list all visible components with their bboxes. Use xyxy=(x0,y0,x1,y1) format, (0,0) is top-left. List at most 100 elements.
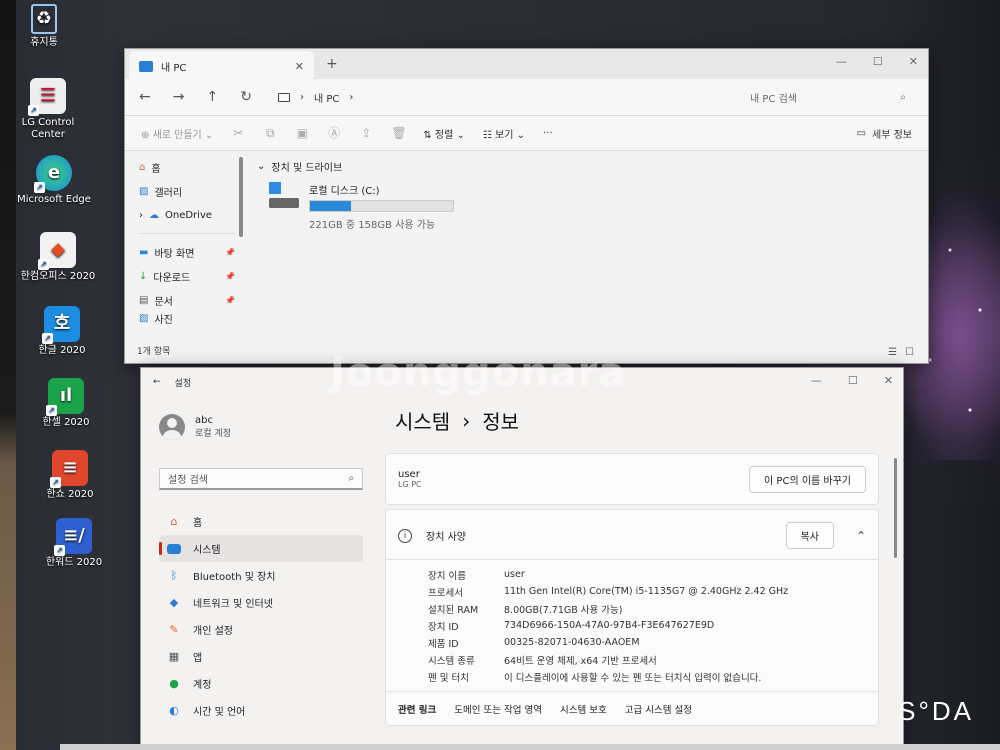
search-input[interactable]: 내 PC 검색 ⌕ xyxy=(714,84,914,110)
spec-value: 64비트 운영 체제, x64 기반 프로세서 xyxy=(504,655,657,667)
device-specs-header[interactable]: i 장치 사양 복사 ⌃ xyxy=(386,512,878,560)
copy-icon[interactable]: ⧉ xyxy=(263,126,277,140)
details-pane-button[interactable]: ▭ 세부 정보 xyxy=(857,126,912,141)
desktop-icon-hancom-office[interactable]: ◆ ↗ 한컴오피스 2020 xyxy=(20,232,96,283)
nav-item-network[interactable]: ◆ 네트워크 및 인터넷 xyxy=(159,589,363,616)
back-icon[interactable]: ← xyxy=(153,377,161,387)
new-tab-button[interactable]: + xyxy=(326,56,338,72)
home-icon: ⌂ xyxy=(170,514,178,528)
delete-icon[interactable]: 🗑 xyxy=(391,126,406,140)
accounts-icon: ● xyxy=(169,676,179,690)
file-explorer-window: 내 PC ✕ + — ☐ ✕ ← → ↑ ↻ › 내 PC › 내 PC 검색 … xyxy=(124,48,929,364)
edge-icon: e ↗ xyxy=(34,155,72,193)
close-tab-icon[interactable]: ✕ xyxy=(295,60,304,73)
new-button[interactable]: ⊕ 새로 만들기 ⌄ xyxy=(141,126,213,141)
copy-button[interactable]: 복사 xyxy=(785,522,834,549)
nav-item-accounts[interactable]: ● 계정 xyxy=(159,670,363,697)
link-system-protection[interactable]: 시스템 보호 xyxy=(560,702,607,716)
tiles-view-icon[interactable]: ☐ xyxy=(905,347,914,358)
forward-icon[interactable]: → xyxy=(173,89,185,105)
sidebar-scrollbar[interactable] xyxy=(239,157,243,237)
spec-key: 설치된 RAM xyxy=(428,604,479,616)
search-placeholder: 설정 검색 xyxy=(168,475,208,486)
explorer-toolbar: ⊕ 새로 만들기 ⌄ ✂ ⧉ ▣ Ⓐ ⇪ 🗑 ⇅ 정렬 ⌄ ☷ 보기 ⌄ ···… xyxy=(125,115,928,151)
desktop-icon-hancell[interactable]: ıl ↗ 한셀 2020 xyxy=(28,378,104,429)
device-specs-card: i 장치 사양 복사 ⌃ 장치 이름 user 프로세서 11th Gen Inte… xyxy=(385,509,879,726)
nav-item-apps[interactable]: ▦ 앱 xyxy=(159,643,363,670)
sidebar-item-gallery[interactable]: ▨ 갤러리 xyxy=(139,179,235,203)
cut-icon[interactable]: ✂ xyxy=(231,126,245,140)
download-icon: ↓ xyxy=(139,270,148,282)
details-view-icon[interactable]: ☰ xyxy=(888,347,897,358)
search-placeholder: 내 PC 검색 xyxy=(750,93,797,105)
group-header[interactable]: ⌄ 장치 및 드라이브 xyxy=(257,159,914,174)
close-button[interactable]: ✕ xyxy=(909,55,918,68)
desktop-icon-label: 한컴오피스 2020 xyxy=(20,271,96,282)
rename-pc-button[interactable]: 이 PC의 이름 바꾸기 xyxy=(749,465,866,493)
hanshow-icon: ≡ ↗ xyxy=(50,450,88,488)
apps-icon: ▦ xyxy=(168,649,180,663)
settings-scrollbar[interactable] xyxy=(894,458,897,558)
maximize-button[interactable]: ☐ xyxy=(848,374,858,387)
desktop-icon-hanshow[interactable]: ≡ ↗ 한쇼 2020 xyxy=(32,450,108,501)
back-icon[interactable]: ← xyxy=(139,89,151,105)
sidebar-item-pictures[interactable]: ▨ 사진 xyxy=(139,312,235,325)
nav-item-system[interactable]: 시스템 xyxy=(159,535,363,562)
desktop-icon-hanword[interactable]: ≡/↗ 한워드 2020 xyxy=(36,518,112,569)
hanword-icon: ≡/↗ xyxy=(54,518,92,556)
desktop-icon-label: 휴지통 xyxy=(30,37,58,48)
desktop-icon-edge[interactable]: e ↗ Microsoft Edge xyxy=(16,155,92,206)
share-icon[interactable]: ⇪ xyxy=(359,126,373,140)
desktop-icon-label: 한워드 2020 xyxy=(45,557,103,568)
nav-item-home[interactable]: ⌂ 홈 xyxy=(159,508,363,535)
sidebar-item-home[interactable]: ⌂ 홈 xyxy=(139,155,235,179)
desktop-icon-recycle-bin[interactable]: ♻ 휴지통 xyxy=(6,4,82,49)
view-button[interactable]: ☷ 보기 ⌄ xyxy=(483,126,525,141)
link-domain-workgroup[interactable]: 도메인 또는 작업 영역 xyxy=(454,702,542,716)
drive-item-c[interactable]: 로컬 디스크 (C:) 221GB 중 158GB 사용 가능 xyxy=(269,182,914,231)
sidebar-item-documents[interactable]: ▤ 문서 📌 xyxy=(139,288,235,312)
explorer-tab[interactable]: 내 PC ✕ xyxy=(129,51,314,81)
close-button[interactable]: ✕ xyxy=(884,374,893,387)
desktop-icon-lg-control-center[interactable]: ☰ ↗ LG Control Center xyxy=(10,78,86,141)
nav-item-personalization[interactable]: ✎ 개인 설정 xyxy=(159,616,363,643)
sidebar-item-desktop[interactable]: ▬ 바탕 화면 📌 xyxy=(139,240,235,264)
sidebar-item-label: 문서 xyxy=(154,296,173,308)
spec-value: 11th Gen Intel(R) Core(TM) i5-1135G7 @ 2… xyxy=(504,586,789,597)
profile[interactable]: abc 로컬 계정 xyxy=(159,402,363,452)
sidebar-item-onedrive[interactable]: › ☁ OneDrive xyxy=(139,203,235,227)
nav-item-time-language[interactable]: ◐ 시간 및 언어 xyxy=(159,697,363,724)
pin-icon: 📌 xyxy=(225,271,235,281)
more-options-button[interactable]: ··· xyxy=(543,128,553,139)
settings-search-input[interactable]: 설정 검색 ⌕ xyxy=(159,468,363,490)
breadcrumb-parent[interactable]: 시스템 xyxy=(395,406,450,435)
expand-icon[interactable]: › xyxy=(139,210,143,221)
home-icon: ⌂ xyxy=(139,161,146,173)
spec-value: 8.00GB(7.71GB 사용 가능) xyxy=(504,604,623,616)
paste-icon[interactable]: ▣ xyxy=(295,126,309,140)
nav-label: 네트워크 및 인터넷 xyxy=(193,599,273,610)
tab-title: 내 PC xyxy=(161,62,187,74)
desktop-icon-hangul[interactable]: 호 ↗ 한글 2020 xyxy=(24,306,100,357)
spec-row: 장치 이름 user xyxy=(428,566,878,583)
link-advanced-system-settings[interactable]: 고급 시스템 설정 xyxy=(625,702,692,716)
view-toggle: ☰ ☐ xyxy=(888,347,914,358)
settings-main: 시스템 › 정보 user LG PC 이 PC의 이름 바꾸기 i 장치 사양… xyxy=(373,396,903,726)
sort-button[interactable]: ⇅ 정렬 ⌄ xyxy=(423,126,465,141)
details-pane-icon: ▭ xyxy=(856,127,867,139)
details-label: 세부 정보 xyxy=(872,129,912,141)
nav-item-bluetooth[interactable]: ᛒ Bluetooth 및 장치 xyxy=(159,562,363,589)
rename-icon[interactable]: Ⓐ xyxy=(327,126,341,140)
up-icon[interactable]: ↑ xyxy=(206,89,218,105)
settings-sidebar: abc 로컬 계정 설정 검색 ⌕ ⌂ 홈 시스템 ᛒ Bluetooth 및 장치… xyxy=(141,396,373,726)
settings-window: ← 설정 — ☐ ✕ abc 로컬 계정 설정 검색 ⌕ ⌂ 홈 시스템 ᛒ Blu… xyxy=(140,367,904,745)
drive-usage-fill xyxy=(310,201,351,211)
sidebar-item-downloads[interactable]: ↓ 다운로드 📌 xyxy=(139,264,235,288)
maximize-button[interactable]: ☐ xyxy=(873,55,883,68)
minimize-button[interactable]: — xyxy=(811,374,822,387)
refresh-icon[interactable]: ↻ xyxy=(240,89,252,105)
minimize-button[interactable]: — xyxy=(836,55,847,68)
chevron-up-icon[interactable]: ⌃ xyxy=(856,529,866,543)
address-bar[interactable]: › 내 PC › xyxy=(277,90,353,105)
nav-label: 홈 xyxy=(193,518,203,529)
